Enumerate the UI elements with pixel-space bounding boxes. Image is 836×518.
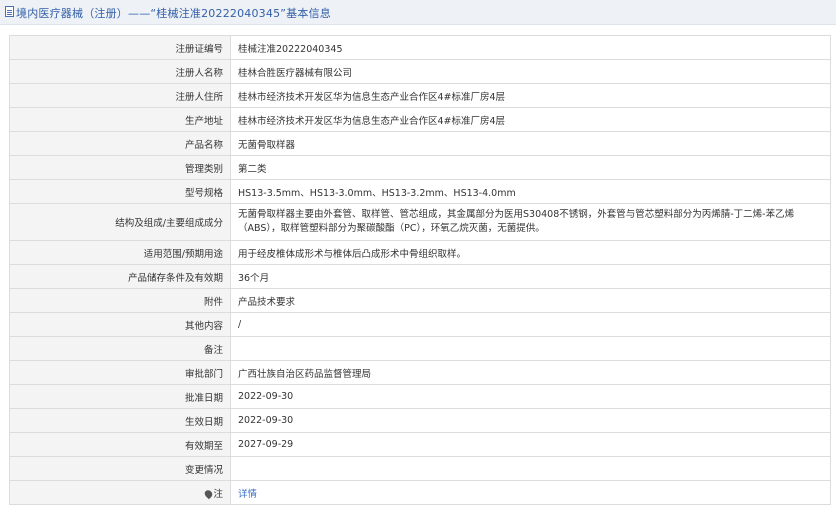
table-row: 产品名称 无菌骨取样器 [9, 131, 831, 156]
row-label: 备注 [9, 336, 231, 361]
row-value: 2022-09-30 [230, 408, 831, 433]
row-label: 注册人名称 [9, 59, 231, 84]
row-value: 无菌骨取样器 [230, 131, 831, 156]
row-value: 用于经皮椎体成形术与椎体后凸成形术中骨组织取样。 [230, 240, 831, 265]
row-value: 产品技术要求 [230, 288, 831, 313]
row-label: 其他内容 [9, 312, 231, 337]
row-value [230, 336, 831, 361]
note-label-cell: 注 [9, 480, 231, 505]
row-value: / [230, 312, 831, 337]
table-row: 管理类别 第二类 [9, 155, 831, 180]
table-row: 生效日期 2022-09-30 [9, 408, 831, 433]
row-label: 批准日期 [9, 384, 231, 409]
table-row: 注 详情 [9, 480, 831, 505]
row-value: 无菌骨取样器主要由外套管、取样管、管芯组成，其金属部分为医用S30408不锈钢，… [230, 203, 831, 241]
row-label: 生效日期 [9, 408, 231, 433]
row-label: 产品名称 [9, 131, 231, 156]
row-value: 详情 [230, 480, 831, 505]
row-label: 产品储存条件及有效期 [9, 264, 231, 289]
table-row: 其他内容 / [9, 312, 831, 337]
table-row: 型号规格 HS13-3.5mm、HS13-3.0mm、HS13-3.2mm、HS… [9, 179, 831, 204]
row-label: 适用范围/预期用途 [9, 240, 231, 265]
table-row: 产品储存条件及有效期 36个月 [9, 264, 831, 289]
row-value: 桂林市经济技术开发区华为信息生态产业合作区4#标准厂房4层 [230, 107, 831, 132]
row-value: 36个月 [230, 264, 831, 289]
row-value: 2027-09-29 [230, 432, 831, 457]
info-table: 注册证编号 桂械注准20222040345 注册人名称 桂林合胜医疗器械有限公司… [9, 35, 831, 505]
table-row: 批准日期 2022-09-30 [9, 384, 831, 409]
row-label: 注 [213, 488, 223, 500]
row-value: 2022-09-30 [230, 384, 831, 409]
row-label: 生产地址 [9, 107, 231, 132]
row-label: 有效期至 [9, 432, 231, 457]
row-value: 广西壮族自治区药品监督管理局 [230, 360, 831, 385]
row-label: 结构及组成/主要组成成分 [9, 203, 231, 241]
row-label: 注册证编号 [9, 35, 231, 60]
table-row: 注册人名称 桂林合胜医疗器械有限公司 [9, 59, 831, 84]
row-value: 桂林合胜医疗器械有限公司 [230, 59, 831, 84]
row-label: 注册人住所 [9, 83, 231, 108]
page-title: 境内医疗器械（注册）——“桂械注准20222040345”基本信息 [16, 7, 331, 20]
row-label: 附件 [9, 288, 231, 313]
row-label: 审批部门 [9, 360, 231, 385]
table-row: 结构及组成/主要组成成分 无菌骨取样器主要由外套管、取样管、管芯组成，其金属部分… [9, 203, 831, 241]
row-label: 变更情况 [9, 456, 231, 481]
row-value: 第二类 [230, 155, 831, 180]
row-value: 桂林市经济技术开发区华为信息生态产业合作区4#标准厂房4层 [230, 83, 831, 108]
table-row: 适用范围/预期用途 用于经皮椎体成形术与椎体后凸成形术中骨组织取样。 [9, 240, 831, 265]
title-bar: 境内医疗器械（注册）——“桂械注准20222040345”基本信息 [0, 0, 836, 25]
detail-link[interactable]: 详情 [238, 489, 257, 500]
table-row: 注册证编号 桂械注准20222040345 [9, 35, 831, 60]
table-row: 生产地址 桂林市经济技术开发区华为信息生态产业合作区4#标准厂房4层 [9, 107, 831, 132]
table-row: 注册人住所 桂林市经济技术开发区华为信息生态产业合作区4#标准厂房4层 [9, 83, 831, 108]
table-row: 备注 [9, 336, 831, 361]
row-label: 管理类别 [9, 155, 231, 180]
table-row: 有效期至 2027-09-29 [9, 432, 831, 457]
row-value: HS13-3.5mm、HS13-3.0mm、HS13-3.2mm、HS13-4.… [230, 179, 831, 204]
table-row: 变更情况 [9, 456, 831, 481]
document-icon [5, 6, 14, 17]
row-label: 型号规格 [9, 179, 231, 204]
row-value [230, 456, 831, 481]
row-value: 桂械注准20222040345 [230, 35, 831, 60]
table-row: 附件 产品技术要求 [9, 288, 831, 313]
table-row: 审批部门 广西壮族自治区药品监督管理局 [9, 360, 831, 385]
